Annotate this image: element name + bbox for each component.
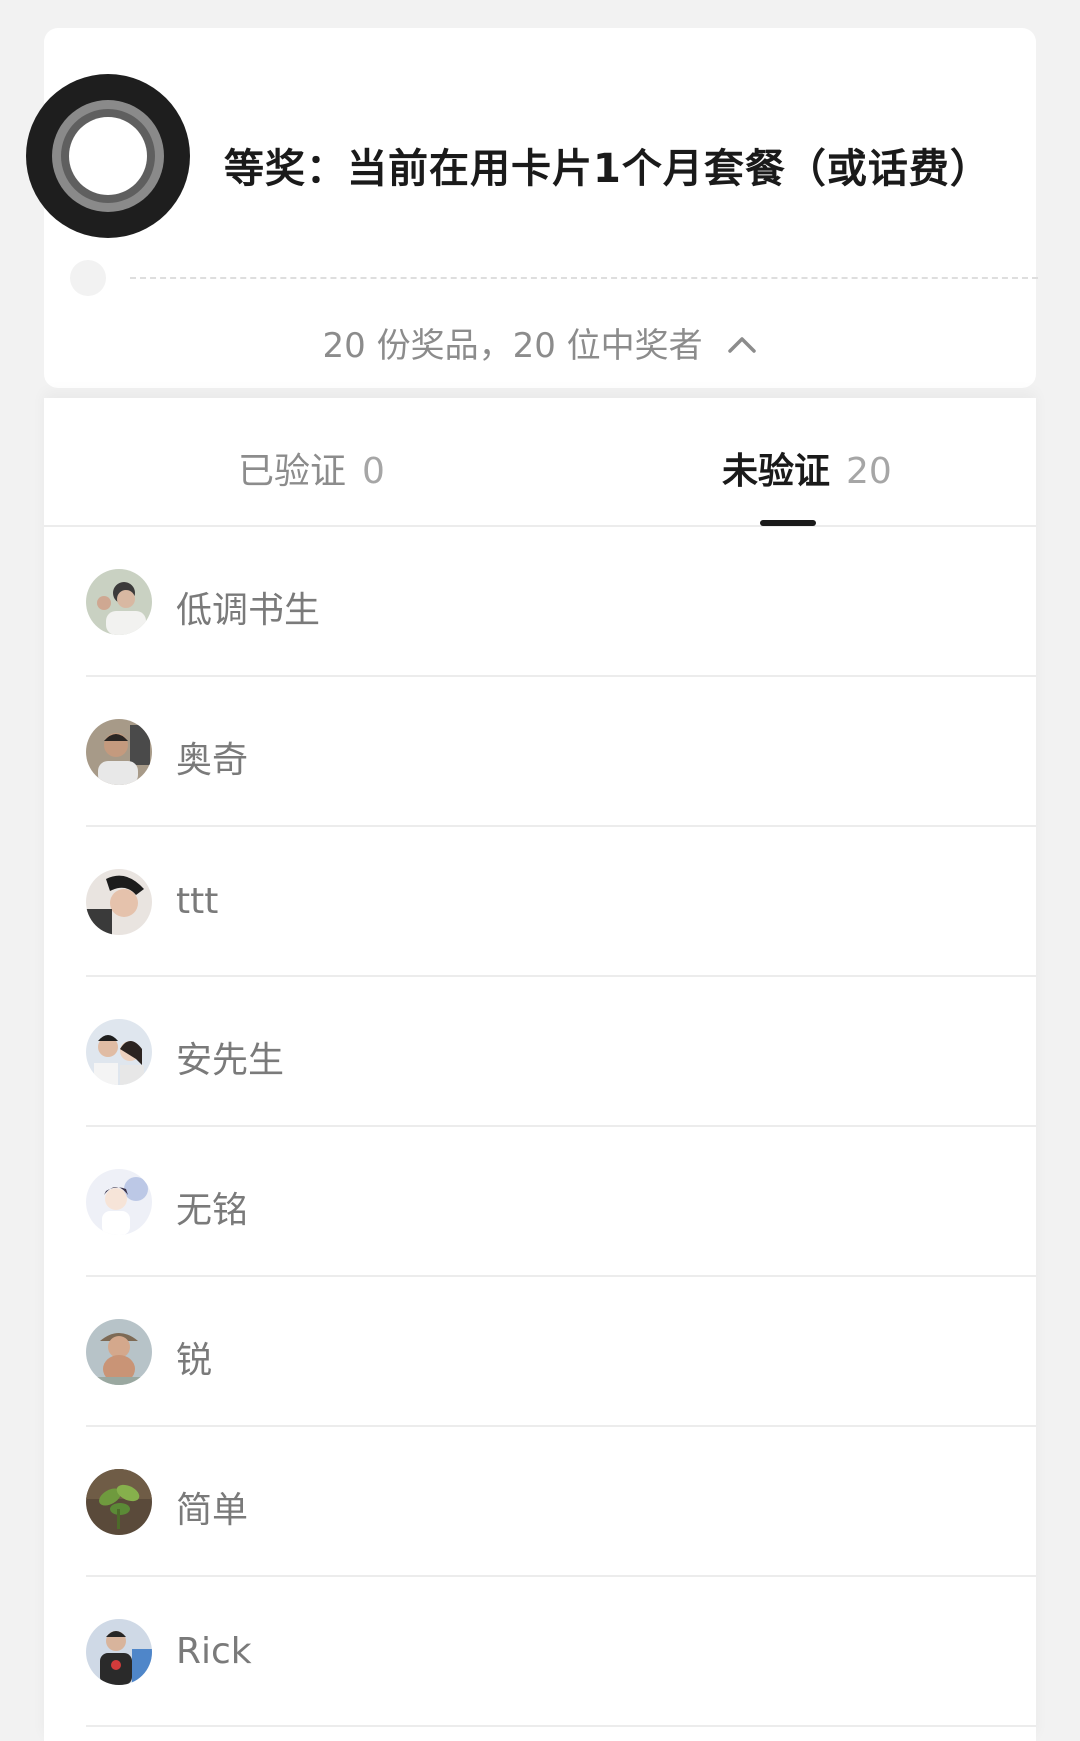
verification-tabs: 已验证 0 未验证 20 [44, 398, 1036, 527]
winners-panel: 已验证 0 未验证 20 低调书生 奥奇 ttt 安先生 无铭 锐 简单 Ric… [44, 398, 1036, 1741]
winner-name: ttt [176, 881, 219, 922]
assistive-touch-core [69, 117, 147, 195]
ticket-divider [130, 277, 1038, 279]
winner-row[interactable]: 低调书生 [86, 527, 1036, 677]
prize-summary-toggle[interactable]: 20 份奖品，20 位中奖者 [44, 318, 1036, 367]
prize-card: 等奖：当前在用卡片1个月套餐（或话费） 20 份奖品，20 位中奖者 [44, 28, 1080, 388]
winner-row[interactable]: 安先生 [86, 977, 1036, 1127]
avatar [86, 1319, 152, 1385]
winner-name: Rick [176, 1631, 252, 1672]
winner-row[interactable]: ttt [86, 827, 1036, 977]
winner-row[interactable]: 锐 [86, 1277, 1036, 1427]
avatar [86, 869, 152, 935]
ticket-notch-right [1062, 260, 1080, 296]
assistive-touch-button[interactable] [26, 74, 190, 238]
active-tab-indicator [760, 520, 816, 526]
prize-summary-text: 20 份奖品，20 位中奖者 [322, 326, 703, 366]
winner-row[interactable]: 奥奇 [86, 677, 1036, 827]
winner-name: 奥奇 [176, 740, 249, 781]
tab-unverified-count: 20 [846, 451, 892, 492]
avatar [86, 1019, 152, 1085]
winner-row[interactable]: 无铭 [86, 1127, 1036, 1277]
winner-name: 安先生 [176, 1040, 285, 1081]
winner-row[interactable]: Rick [86, 1577, 1036, 1727]
winner-name: 简单 [176, 1490, 249, 1531]
tab-unverified[interactable]: 未验证 20 [722, 442, 892, 494]
avatar [86, 1469, 152, 1535]
ticket-notch-left [70, 260, 106, 296]
chevron-up-icon [727, 323, 757, 363]
avatar [86, 1619, 152, 1685]
tab-verified[interactable]: 已验证 0 [238, 442, 385, 494]
prize-title: 等奖：当前在用卡片1个月套餐（或话费） [224, 146, 991, 192]
winner-name: 锐 [176, 1340, 213, 1381]
tab-unverified-label: 未验证 [722, 451, 831, 492]
winner-row[interactable]: 简单 [86, 1427, 1036, 1577]
tab-verified-label: 已验证 [238, 451, 347, 492]
winner-name: 无铭 [176, 1190, 249, 1231]
tab-verified-count: 0 [362, 451, 385, 492]
winner-list: 低调书生 奥奇 ttt 安先生 无铭 锐 简单 Rick [44, 527, 1036, 1727]
avatar [86, 569, 152, 635]
avatar [86, 1169, 152, 1235]
page: 等奖：当前在用卡片1个月套餐（或话费） 20 份奖品，20 位中奖者 已验证 0 … [0, 0, 1080, 1741]
winner-name: 低调书生 [176, 590, 321, 631]
avatar [86, 719, 152, 785]
